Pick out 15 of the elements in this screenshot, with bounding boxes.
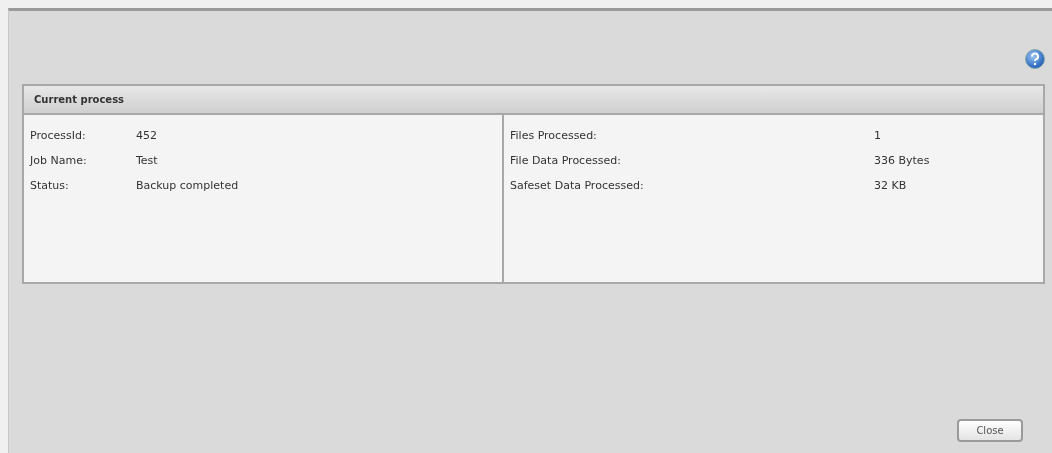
field-label: Job Name: xyxy=(30,154,88,167)
field-label: File Data Processed: xyxy=(510,154,622,167)
field-value: 336 Bytes xyxy=(874,154,931,167)
panel-title: Current process xyxy=(24,86,1043,115)
field-label: Safeset Data Processed: xyxy=(510,179,645,192)
field-value: Backup completed xyxy=(136,179,240,192)
field-label: Files Processed: xyxy=(510,129,598,142)
field-value: 1 xyxy=(874,129,882,142)
close-button[interactable]: Close xyxy=(957,419,1023,442)
help-icon[interactable] xyxy=(1025,49,1045,69)
field-value: 452 xyxy=(136,129,158,142)
field-value: 32 KB xyxy=(874,179,908,192)
field-value: Test xyxy=(136,154,159,167)
field-label: ProcessId: xyxy=(30,129,87,142)
field-label: Status: xyxy=(30,179,70,192)
